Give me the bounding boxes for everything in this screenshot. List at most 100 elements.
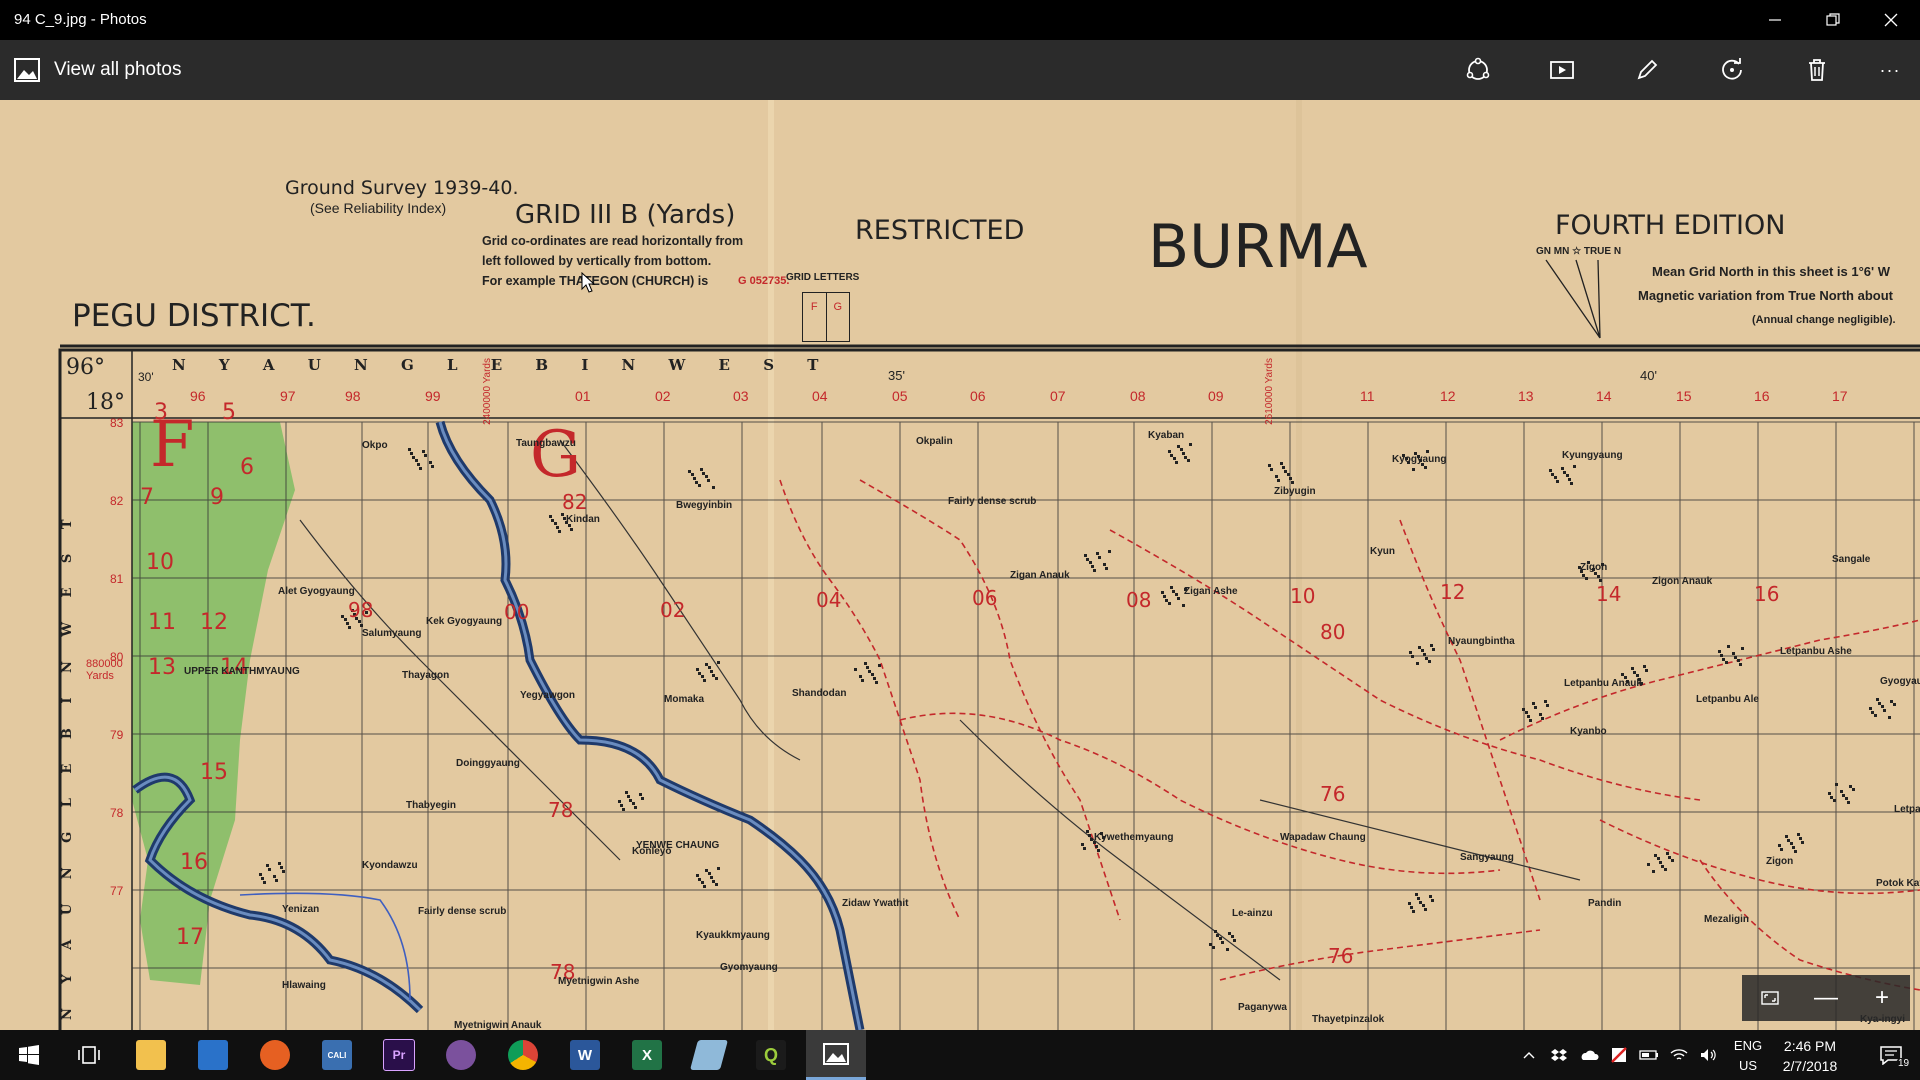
grid-letters-box: F G bbox=[802, 292, 850, 342]
file-explorer-icon[interactable] bbox=[122, 1030, 180, 1080]
place-name: Taungbawzu bbox=[516, 438, 576, 449]
wifi-icon[interactable] bbox=[1666, 1030, 1692, 1080]
place-name: Zibyugin bbox=[1274, 486, 1316, 497]
map-image: Ground Survey 1939-40. (See Reliability … bbox=[0, 100, 1920, 1030]
grid-letter-g-large: G bbox=[530, 418, 582, 492]
forest-number: 15 bbox=[200, 760, 228, 785]
mean-grid-text: Mean Grid North in this sheet is 1°6' W bbox=[1652, 264, 1890, 279]
antivirus-icon[interactable] bbox=[1606, 1030, 1632, 1080]
x-tick-label: 11 bbox=[1360, 388, 1375, 404]
chrome-icon[interactable] bbox=[494, 1030, 552, 1080]
forest-number: 9 bbox=[210, 485, 224, 510]
x-tick-label: 16 bbox=[1754, 388, 1770, 404]
viber-icon[interactable] bbox=[432, 1030, 490, 1080]
word-icon[interactable]: W bbox=[556, 1030, 614, 1080]
north-arrow-icon bbox=[1545, 259, 1601, 339]
annual-text: (Annual change negligible). bbox=[1752, 314, 1896, 326]
place-name: Fairly dense scrub bbox=[418, 906, 507, 917]
place-name: Paganywa bbox=[1238, 1002, 1287, 1013]
language-indicator[interactable]: ENG US bbox=[1730, 1036, 1766, 1076]
place-name: Letpan bbox=[1894, 804, 1920, 815]
grid-number-label: 82 bbox=[562, 490, 588, 514]
battery-icon[interactable] bbox=[1636, 1030, 1662, 1080]
photos-icon[interactable] bbox=[806, 1030, 866, 1080]
firefox-icon[interactable] bbox=[246, 1030, 304, 1080]
close-icon[interactable] bbox=[1862, 0, 1920, 40]
view-all-photos-label: View all photos bbox=[54, 59, 182, 80]
place-name: Shandodan bbox=[792, 688, 847, 699]
onedrive-icon[interactable] bbox=[1576, 1030, 1602, 1080]
reliability-text: (See Reliability Index) bbox=[310, 200, 447, 216]
grid-number-label: 80 bbox=[1320, 620, 1346, 644]
place-name: Yenizan bbox=[282, 904, 320, 915]
corner-minutes: 30' bbox=[138, 370, 154, 384]
place-name: Le-ainzu bbox=[1232, 908, 1273, 919]
place-name: Wapadaw Chaung bbox=[1280, 832, 1366, 843]
x-tick-label: 14 bbox=[1596, 388, 1612, 404]
place-name: Gyomyaung bbox=[720, 962, 778, 973]
clock-date: 2/7/2018 bbox=[1782, 1058, 1838, 1074]
place-name: YENWE CHAUNG bbox=[636, 840, 720, 851]
view-all-photos-button[interactable]: View all photos bbox=[14, 52, 181, 88]
place-name: Sangyaung bbox=[1460, 852, 1514, 863]
grid-number-label: 10 bbox=[1290, 584, 1316, 608]
ground-survey-text: Ground Survey 1939-40. bbox=[285, 177, 519, 199]
corner-longitude: 96° bbox=[66, 355, 105, 380]
place-name: Kywethemyaung bbox=[1094, 832, 1174, 843]
y-tick-label: 82 bbox=[110, 494, 124, 508]
black-tracks bbox=[299, 439, 1581, 981]
minimize-icon[interactable] bbox=[1746, 0, 1804, 40]
taskbar: CALI Pr W X Q ENG US 2:46 PM 2/7/2018 19 bbox=[0, 1030, 1920, 1080]
forest-number: 16 bbox=[180, 850, 208, 875]
y-tick-label: 80 bbox=[110, 650, 124, 664]
place-name: Momaka bbox=[664, 694, 705, 705]
place-name: Letpanbu Ashe bbox=[1780, 646, 1852, 657]
store-icon[interactable] bbox=[184, 1030, 242, 1080]
clock[interactable]: 2:46 PM 2/7/2018 bbox=[1765, 1036, 1855, 1076]
delete-icon[interactable] bbox=[1797, 52, 1837, 88]
task-view-icon[interactable] bbox=[60, 1030, 118, 1080]
notification-center-icon[interactable]: 19 bbox=[1866, 1030, 1916, 1080]
start-icon[interactable] bbox=[0, 1030, 58, 1080]
calibre-icon[interactable]: CALI bbox=[308, 1030, 366, 1080]
share-icon[interactable] bbox=[1458, 52, 1498, 88]
window-title: 94 C_9.jpg - Photos bbox=[14, 11, 147, 28]
restore-icon[interactable] bbox=[1804, 0, 1862, 40]
y-tick-label: 79 bbox=[110, 728, 124, 742]
volume-icon[interactable] bbox=[1696, 1030, 1722, 1080]
title-bar: 94 C_9.jpg - Photos bbox=[0, 0, 1920, 40]
zoom-out-button[interactable]: — bbox=[1798, 975, 1854, 1021]
x-tick-label: 09 bbox=[1208, 388, 1224, 404]
place-name: Kyaukkmyaung bbox=[696, 930, 770, 941]
x-tick-label: 03 bbox=[733, 388, 749, 404]
show-hidden-icons-icon[interactable] bbox=[1518, 1030, 1540, 1080]
side-label: N Y A U N G L E B I N W E S T bbox=[60, 509, 75, 1020]
forest-number: 12 bbox=[200, 610, 228, 635]
slideshow-icon[interactable] bbox=[1542, 52, 1582, 88]
more-icon[interactable]: ··· bbox=[1870, 52, 1910, 88]
grid-letters-label: GRID LETTERS bbox=[786, 272, 860, 283]
premiere-icon[interactable]: Pr bbox=[370, 1030, 428, 1080]
north-labels: GN MN ☆ TRUE N bbox=[1536, 246, 1622, 257]
fullscreen-icon[interactable] bbox=[1742, 975, 1798, 1021]
qgis-icon[interactable]: Q bbox=[742, 1030, 800, 1080]
edit-icon[interactable] bbox=[1627, 52, 1667, 88]
place-name: Potok Kayin bbox=[1876, 878, 1920, 889]
place-name: Letpanbu Ale bbox=[1696, 694, 1759, 705]
place-name: Myetnigwin Anauk bbox=[454, 1020, 542, 1030]
grid-number-label: 98 bbox=[348, 598, 374, 622]
excel-icon[interactable]: X bbox=[618, 1030, 676, 1080]
dropbox-icon[interactable] bbox=[1546, 1030, 1572, 1080]
zoom-in-button[interactable]: + bbox=[1854, 975, 1910, 1021]
y-tick-label: 83 bbox=[110, 416, 124, 430]
grid-number-label: 04 bbox=[816, 588, 842, 612]
district-title: PEGU DISTRICT. bbox=[72, 298, 316, 334]
pen-icon[interactable] bbox=[680, 1030, 738, 1080]
x-tick-label: 97 bbox=[280, 388, 296, 404]
yards-left: 880000 Yards bbox=[86, 658, 123, 682]
grid-line-1: Grid co-ordinates are read horizontally … bbox=[482, 234, 744, 248]
place-name: Kek Gyogyaung bbox=[426, 616, 503, 627]
place-name: UPPER KANTHMYAUNG bbox=[184, 666, 300, 677]
rotate-icon[interactable] bbox=[1712, 52, 1752, 88]
zoom-controls: — + bbox=[1742, 975, 1910, 1021]
